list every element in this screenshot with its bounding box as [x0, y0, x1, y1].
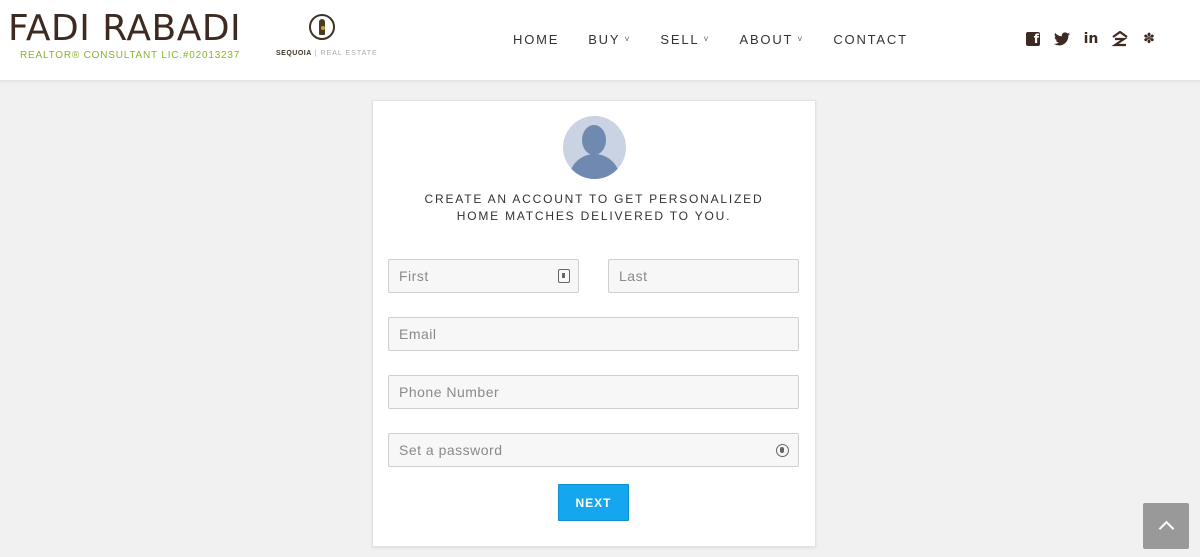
brand-subtitle: REALTOR® CONSULTANT LIC.#02013237 [20, 50, 241, 61]
phone-input[interactable] [389, 376, 798, 408]
main-nav: HOME BUY ˅ SELL ˅ ABOUT ˅ CONTACT [513, 32, 937, 47]
chevron-down-icon: ˅ [624, 34, 632, 44]
facebook-icon[interactable]: f [1024, 30, 1042, 48]
site-header: FADI RABADI REALTOR® CONSULTANT LIC.#020… [0, 0, 1200, 81]
yelp-icon[interactable]: ✽ [1140, 30, 1158, 48]
first-name-input[interactable] [389, 260, 578, 292]
sequoia-logo[interactable]: SEQUOIA | REAL ESTATE [276, 14, 377, 64]
password-input[interactable] [389, 434, 798, 466]
scroll-to-top-button[interactable] [1143, 503, 1189, 549]
zillow-icon[interactable] [1111, 30, 1129, 48]
email-field[interactable] [388, 317, 799, 351]
nav-contact[interactable]: CONTACT [833, 32, 907, 47]
avatar-placeholder-icon [563, 116, 626, 179]
last-name-input[interactable] [609, 260, 798, 292]
chevron-down-icon: ˅ [797, 34, 805, 44]
chevron-up-icon [1158, 520, 1174, 537]
twitter-icon[interactable] [1053, 30, 1071, 48]
password-key-icon[interactable] [776, 444, 789, 457]
sequoia-logo-text: SEQUOIA | REAL ESTATE [276, 50, 378, 57]
brand-block[interactable]: FADI RABADI REALTOR® CONSULTANT LIC.#020… [8, 8, 241, 61]
linkedin-icon[interactable]: in [1082, 30, 1100, 48]
password-field[interactable] [388, 433, 799, 467]
contact-card-icon[interactable] [558, 269, 570, 283]
nav-about[interactable]: ABOUT ˅ [739, 32, 804, 47]
last-name-field[interactable] [608, 259, 799, 293]
next-button[interactable]: NEXT [558, 484, 629, 521]
signup-heading: CREATE AN ACCOUNT TO GET PERSONALIZED HO… [424, 192, 764, 223]
phone-field[interactable] [388, 375, 799, 409]
email-input[interactable] [389, 318, 798, 350]
nav-home[interactable]: HOME [513, 32, 559, 47]
chevron-down-icon: ˅ [703, 34, 711, 44]
social-links: f in ✽ [1024, 30, 1169, 48]
brand-name[interactable]: FADI RABADI [8, 8, 241, 50]
nav-sell[interactable]: SELL ˅ [660, 32, 710, 47]
signup-card: CREATE AN ACCOUNT TO GET PERSONALIZED HO… [372, 100, 816, 547]
sequoia-emblem-icon [309, 14, 335, 40]
nav-buy[interactable]: BUY ˅ [588, 32, 631, 47]
first-name-field[interactable] [388, 259, 579, 293]
